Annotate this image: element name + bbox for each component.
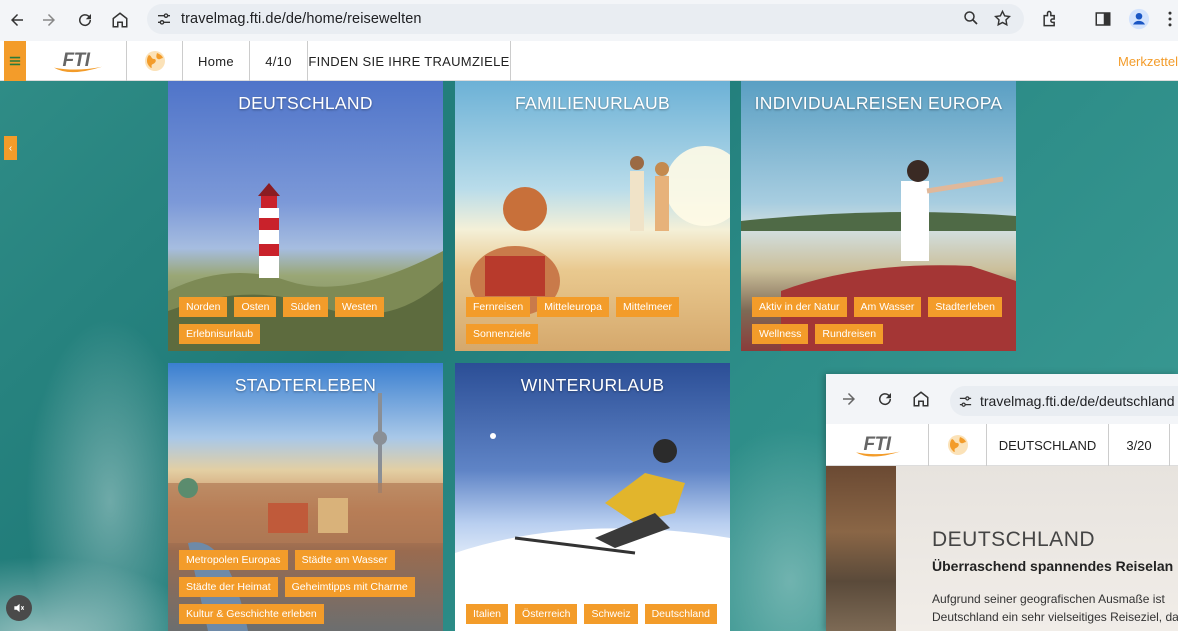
tag-button[interactable]: Erlebnisurlaub <box>179 324 261 344</box>
star-icon[interactable] <box>993 9 1012 33</box>
reload-icon[interactable] <box>876 390 894 413</box>
back-arrow-icon[interactable] <box>0 3 34 37</box>
article-body-line: Aufgrund seiner geografischen Ausmaße is… <box>932 592 1165 606</box>
site-header: FTI Home 4/10 FINDEN SIE IHRE TRAUMZIELE… <box>0 41 1178 81</box>
article-content: DEUTSCHLAND Überraschend spannendes Reis… <box>896 466 1178 631</box>
expand-tab-icon[interactable]: ‹ <box>4 136 17 160</box>
tag-button[interactable]: Mitteleuropa <box>537 297 609 317</box>
section-title: DEUTSCHLAND <box>987 424 1109 466</box>
tag-button[interactable]: Norden <box>179 297 228 317</box>
address-bar[interactable]: travelmag.fti.de/de/deutschland <box>950 386 1178 416</box>
tile-individualreisen-europa[interactable]: INDIVIDUALREISEN EUROPA Aktiv in der Nat… <box>741 81 1016 351</box>
swoosh-icon <box>54 66 102 73</box>
article-subheading: Überraschend spannendes Reiselan <box>932 558 1174 574</box>
tag-button[interactable]: Osten <box>234 297 277 317</box>
tile-title: FAMILIENURLAUB <box>515 93 670 113</box>
tag-button[interactable]: Österreich <box>515 604 578 624</box>
puzzle-icon[interactable] <box>1040 4 1060 34</box>
tile-title: STADTERLEBEN <box>234 375 377 395</box>
tile-title: WINTERURLAUB <box>520 375 665 395</box>
tile-deutschland[interactable]: DEUTSCHLAND Norden Osten Süden Westen Er… <box>168 81 443 351</box>
browser-toolbar: travelmag.fti.de/de/deutschland <box>826 374 1178 424</box>
kebab-menu-icon[interactable] <box>1166 4 1174 34</box>
tag-list: Italien Österreich Schweiz Deutschland <box>466 604 724 631</box>
tag-button[interactable]: Städte der Heimat <box>179 577 278 597</box>
tile-title: DEUTSCHLAND <box>238 93 373 113</box>
tag-button[interactable]: Geheimtipps mit Charme <box>284 577 415 597</box>
tune-icon[interactable] <box>149 11 179 27</box>
tag-list: Aktiv in der Natur Am Wasser Stadterlebe… <box>752 297 1010 351</box>
tag-button[interactable]: Rundreisen <box>815 324 884 344</box>
tag-list: Metropolen Europas Städte am Wasser Städ… <box>179 550 437 631</box>
speaker-icon[interactable] <box>6 595 32 621</box>
tag-button[interactable]: Kultur & Geschichte erleben <box>179 604 324 624</box>
tag-button[interactable]: Metropolen Europas <box>179 550 288 570</box>
tile-winterurlaub[interactable]: WINTERURLAUB Italien Österreich Schweiz … <box>455 363 730 631</box>
tile-title: INDIVIDUALREISEN EUROPA <box>754 93 1003 113</box>
address-bar[interactable]: travelmag.fti.de/de/home/reisewelten <box>147 4 1024 34</box>
tag-button[interactable]: Mittelmeer <box>615 297 679 317</box>
tag-button[interactable]: Stadterleben <box>928 297 1002 317</box>
url-text[interactable]: travelmag.fti.de/de/home/reisewelten <box>181 11 422 27</box>
tile-stadterleben[interactable]: STADTERLEBEN Metropolen Europas Städte a… <box>168 363 443 631</box>
tag-button[interactable]: Schweiz <box>584 604 638 624</box>
profile-icon[interactable] <box>1128 4 1150 34</box>
second-browser-window: travelmag.fti.de/de/deutschland FTI DEUT… <box>826 374 1178 631</box>
globe-icon[interactable] <box>929 424 987 466</box>
skier-image <box>455 433 730 631</box>
tag-button[interactable]: Am Wasser <box>853 297 922 317</box>
tag-button[interactable]: Süden <box>283 297 328 317</box>
cliff-image <box>826 466 896 631</box>
browser-toolbar: travelmag.fti.de/de/home/reisewelten <box>0 0 1178 41</box>
hamburger-menu-icon[interactable] <box>4 41 26 81</box>
globe-icon[interactable] <box>127 41 183 81</box>
tag-button[interactable]: Wellness <box>752 324 809 344</box>
tag-button[interactable]: Städte am Wasser <box>294 550 395 570</box>
tag-button[interactable]: Aktiv in der Natur <box>752 297 847 317</box>
zoom-icon[interactable] <box>962 9 980 32</box>
side-panel-icon[interactable] <box>1094 4 1112 34</box>
article-heading: DEUTSCHLAND <box>932 528 1096 551</box>
page-counter: 4/10 <box>250 41 308 81</box>
reload-icon[interactable] <box>68 3 102 37</box>
tag-list: Norden Osten Süden Westen Erlebnisurlaub <box>179 297 437 351</box>
article-body-line: Deutschland ein sehr vielseitiges Reisez… <box>932 610 1178 624</box>
tag-button[interactable]: Sonnenziele <box>466 324 538 344</box>
tag-button[interactable]: Fernreisen <box>466 297 531 317</box>
forward-arrow-icon[interactable] <box>32 3 66 37</box>
tune-icon[interactable] <box>950 394 980 409</box>
ocean-background: ‹ DEUTSCHLAND Norden Osten Süden Westen … <box>0 81 1178 631</box>
home-icon[interactable] <box>912 390 930 413</box>
merkzettel-link[interactable]: Merkzettel <box>1118 41 1178 81</box>
home-link[interactable]: Home <box>183 41 250 81</box>
section-title: FINDEN SIE IHRE TRAUMZIELE <box>308 41 511 81</box>
tag-list: Fernreisen Mitteleuropa Mittelmeer Sonne… <box>466 297 724 351</box>
url-text[interactable]: travelmag.fti.de/de/deutschland <box>980 393 1175 409</box>
fti-logo[interactable]: FTI <box>26 41 127 81</box>
home-icon[interactable] <box>103 3 137 37</box>
swoosh-icon <box>856 451 900 457</box>
tag-button[interactable]: Deutschland <box>644 604 717 624</box>
site-header: FTI DEUTSCHLAND 3/20 <box>826 424 1178 466</box>
fti-logo[interactable]: FTI <box>826 424 929 466</box>
forward-arrow-icon[interactable] <box>840 390 858 413</box>
tag-button[interactable]: Westen <box>334 297 385 317</box>
tag-button[interactable]: Italien <box>466 604 509 624</box>
article-body: Aufgrund seiner geografischen Ausmaße is… <box>932 590 1178 626</box>
page-counter: 3/20 <box>1109 424 1170 466</box>
tile-familienurlaub[interactable]: FAMILIENURLAUB Fernreisen Mitteleuropa M… <box>455 81 730 351</box>
